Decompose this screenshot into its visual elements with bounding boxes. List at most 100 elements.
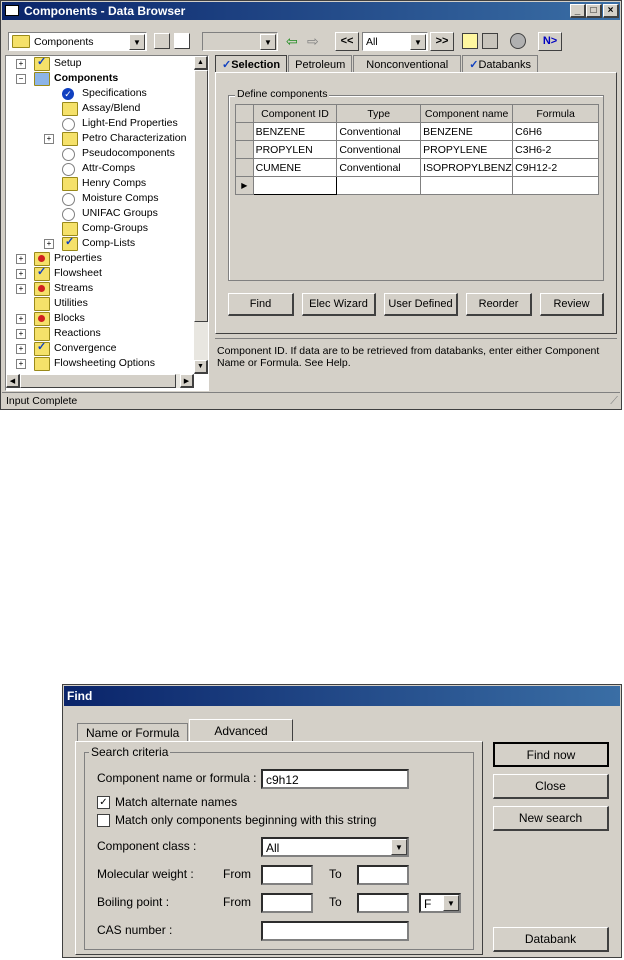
bp-to-input[interactable] bbox=[357, 893, 409, 913]
tree-item[interactable]: + Streams bbox=[8, 281, 196, 297]
bp-unit-select[interactable]: F ▼ bbox=[419, 893, 461, 913]
tree-item[interactable]: Assay/Blend bbox=[8, 101, 196, 117]
tab-nonconventional[interactable]: Nonconventional bbox=[353, 55, 462, 73]
object-select[interactable]: ▼ bbox=[202, 32, 278, 51]
tab-databanks[interactable]: ✓ Databanks bbox=[462, 55, 539, 73]
user-defined-button[interactable]: User Defined bbox=[384, 293, 458, 316]
cell[interactable]: BENZENE bbox=[420, 122, 514, 141]
tree-item[interactable]: + Reactions bbox=[8, 326, 196, 342]
form-select[interactable]: Components ▼ bbox=[8, 32, 147, 51]
name-or-formula-input[interactable]: c9h12 bbox=[261, 769, 409, 789]
scroll-right-icon[interactable]: ▶ bbox=[180, 374, 194, 388]
scroll-thumb[interactable] bbox=[194, 70, 208, 322]
cell[interactable]: C3H6-2 bbox=[512, 140, 599, 159]
expand-icon[interactable]: + bbox=[16, 359, 26, 369]
maximize-button[interactable]: □ bbox=[586, 4, 602, 18]
tab-selection[interactable]: ✓ Selection bbox=[215, 55, 288, 73]
cell[interactable]: PROPYLEN bbox=[252, 140, 338, 159]
tree-scrollbar-h[interactable]: ◀ ▶ bbox=[6, 374, 194, 388]
tree-item[interactable]: Comp-Groups bbox=[8, 221, 196, 237]
expand-icon[interactable]: + bbox=[44, 134, 54, 144]
tab-name-or-formula[interactable]: Name or Formula bbox=[77, 723, 189, 742]
cell[interactable]: C9H12-2 bbox=[512, 158, 599, 177]
reorder-button[interactable]: Reorder bbox=[466, 293, 532, 316]
prev-button[interactable]: << bbox=[335, 32, 359, 51]
table-row[interactable]: ▶ bbox=[235, 176, 599, 195]
tree-view-icon[interactable] bbox=[174, 33, 190, 49]
row-header[interactable] bbox=[235, 122, 254, 141]
scroll-down-icon[interactable]: ▼ bbox=[194, 360, 208, 374]
scroll-left-icon[interactable]: ◀ bbox=[6, 374, 20, 388]
match-begin-checkbox[interactable]: Match only components beginning with thi… bbox=[97, 813, 376, 827]
table-row[interactable]: PROPYLEN Conventional PROPYLENE C3H6-2 bbox=[235, 140, 599, 159]
cell[interactable]: Conventional bbox=[336, 122, 422, 141]
row-pointer-icon[interactable]: ▶ bbox=[235, 176, 254, 195]
cell[interactable] bbox=[252, 176, 338, 195]
expand-icon[interactable]: + bbox=[16, 344, 26, 354]
tree-item[interactable]: + Flowsheeting Options bbox=[8, 356, 196, 372]
checkbox-checked-icon[interactable]: ✓ bbox=[97, 795, 110, 809]
cell[interactable] bbox=[420, 176, 514, 195]
cell[interactable]: BENZENE bbox=[252, 122, 338, 141]
folder-view-icon[interactable] bbox=[154, 33, 170, 49]
component-class-select[interactable]: All ▼ bbox=[261, 837, 409, 857]
minimize-button[interactable]: _ bbox=[570, 4, 586, 18]
expand-icon[interactable]: + bbox=[16, 329, 26, 339]
next-form-button[interactable]: N> bbox=[538, 32, 562, 51]
tab-petroleum[interactable]: Petroleum bbox=[288, 55, 353, 73]
scroll-h-thumb[interactable] bbox=[20, 374, 176, 388]
match-alternate-checkbox[interactable]: ✓ Match alternate names bbox=[97, 795, 237, 809]
find-title-bar[interactable]: Find bbox=[64, 686, 620, 706]
chevron-down-icon[interactable]: ▼ bbox=[443, 895, 459, 911]
cell[interactable]: PROPYLENE bbox=[420, 140, 514, 159]
next-button[interactable]: >> bbox=[430, 32, 454, 51]
mw-from-input[interactable] bbox=[261, 865, 313, 885]
mw-to-input[interactable] bbox=[357, 865, 409, 885]
tree-item[interactable]: Pseudocomponents bbox=[8, 146, 196, 161]
new-search-button[interactable]: New search bbox=[493, 806, 609, 831]
expand-icon[interactable]: + bbox=[16, 284, 26, 294]
cell[interactable] bbox=[512, 176, 599, 195]
back-arrow-icon[interactable]: ⇦ bbox=[286, 34, 304, 48]
nav-select[interactable]: All ▼ bbox=[362, 32, 428, 51]
tree-item[interactable]: − Components bbox=[8, 71, 196, 87]
tree-item[interactable]: + Petro Characterization bbox=[8, 131, 196, 147]
close-dialog-button[interactable]: Close bbox=[493, 774, 609, 799]
forward-arrow-icon[interactable]: ⇨ bbox=[307, 34, 325, 48]
tree-item[interactable]: + ✓ Comp-Lists bbox=[8, 236, 196, 252]
databank-button[interactable]: Databank bbox=[493, 927, 609, 952]
tree-item[interactable]: Utilities bbox=[8, 296, 196, 312]
tree-item[interactable]: UNIFAC Groups bbox=[8, 206, 196, 221]
expand-icon[interactable]: + bbox=[16, 314, 26, 324]
cas-number-input[interactable] bbox=[261, 921, 409, 941]
row-header[interactable] bbox=[235, 140, 254, 159]
clipboard-icon[interactable] bbox=[482, 33, 498, 49]
cell[interactable]: C6H6 bbox=[512, 122, 599, 141]
elec-wizard-button[interactable]: Elec Wizard bbox=[302, 293, 376, 316]
row-header[interactable] bbox=[235, 158, 254, 177]
expand-icon[interactable]: + bbox=[16, 269, 26, 279]
collapse-icon[interactable]: − bbox=[16, 74, 26, 84]
checkbox-empty-icon[interactable] bbox=[97, 813, 110, 827]
notes-icon[interactable] bbox=[462, 33, 478, 49]
settings-icon[interactable] bbox=[510, 33, 526, 49]
tree-item[interactable]: + Properties bbox=[8, 251, 196, 267]
chevron-down-icon[interactable]: ▼ bbox=[129, 34, 145, 50]
cell[interactable]: Conventional bbox=[336, 140, 422, 159]
tree-item[interactable]: + ✓ Convergence bbox=[8, 341, 196, 357]
expand-icon[interactable]: + bbox=[16, 254, 26, 264]
table-row[interactable]: CUMENE Conventional ISOPROPYLBENZENE C9H… bbox=[235, 158, 599, 177]
close-button[interactable]: × bbox=[603, 4, 619, 18]
chevron-down-icon[interactable]: ▼ bbox=[391, 839, 407, 855]
chevron-down-icon[interactable]: ▼ bbox=[260, 34, 276, 50]
tree-item[interactable]: ✓ Specifications bbox=[8, 86, 196, 101]
tree-item[interactable]: Light-End Properties bbox=[8, 116, 196, 131]
tree-item[interactable]: Moisture Comps bbox=[8, 191, 196, 206]
scroll-up-icon[interactable]: ▲ bbox=[194, 56, 208, 70]
bp-from-input[interactable] bbox=[261, 893, 313, 913]
tree-scrollbar-v[interactable]: ▲ ▼ bbox=[194, 56, 208, 374]
table-row[interactable]: BENZENE Conventional BENZENE C6H6 bbox=[235, 122, 599, 141]
resize-grip-icon[interactable]: ⟋ bbox=[610, 395, 618, 408]
tree-item[interactable]: + ✓ Flowsheet bbox=[8, 266, 196, 282]
cell[interactable]: ISOPROPYLBENZENE bbox=[420, 158, 514, 177]
